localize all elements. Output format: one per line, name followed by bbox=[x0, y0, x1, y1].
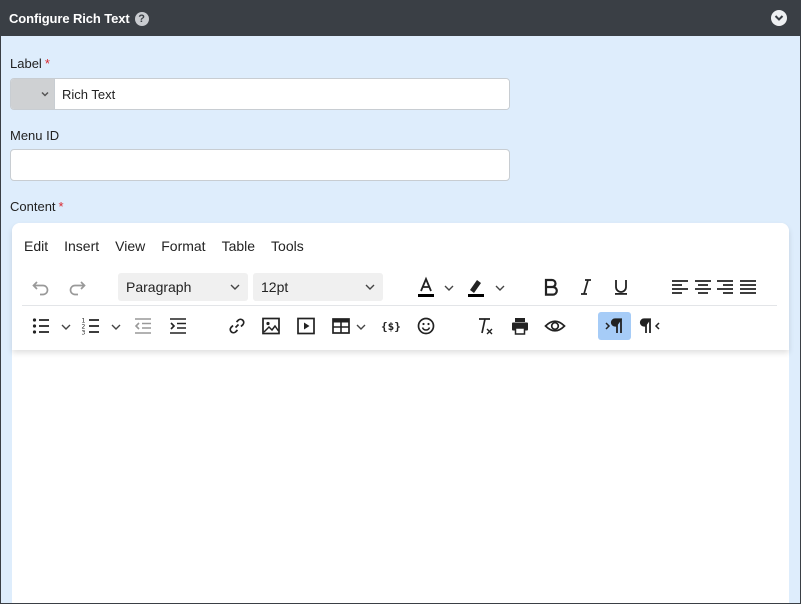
numbered-list-button[interactable]: 123 bbox=[76, 312, 106, 340]
emoji-icon bbox=[417, 317, 435, 335]
ltr-direction-button[interactable] bbox=[598, 312, 631, 340]
undo-button[interactable] bbox=[26, 273, 56, 301]
svg-text:{$}: {$} bbox=[381, 320, 401, 333]
chevron-down-icon bbox=[365, 284, 375, 290]
chevron-down-icon bbox=[111, 324, 121, 330]
table-dropdown[interactable] bbox=[353, 320, 369, 334]
image-icon bbox=[262, 317, 280, 335]
indent-icon bbox=[170, 318, 186, 334]
panel-header: Configure Rich Text ? bbox=[1, 1, 800, 36]
language-select[interactable] bbox=[11, 79, 55, 109]
required-marker: * bbox=[58, 199, 64, 214]
outdent-icon bbox=[134, 318, 151, 334]
underline-icon bbox=[615, 280, 627, 295]
menu-id-field-label: Menu ID bbox=[10, 128, 59, 143]
align-right-icon bbox=[717, 280, 733, 294]
menu-table[interactable]: Table bbox=[222, 238, 255, 254]
rtl-direction-icon bbox=[639, 318, 660, 333]
eye-icon bbox=[544, 320, 566, 332]
table-button[interactable] bbox=[326, 312, 356, 340]
bullet-list-dropdown[interactable] bbox=[58, 320, 74, 334]
template-variable-button[interactable]: {$} bbox=[376, 312, 406, 340]
redo-icon bbox=[69, 281, 86, 296]
link-icon bbox=[229, 318, 245, 334]
panel-title: Configure Rich Text bbox=[9, 11, 130, 26]
align-left-icon bbox=[672, 280, 688, 294]
image-button[interactable] bbox=[256, 312, 286, 340]
content-text: Content bbox=[10, 199, 56, 214]
clear-formatting-icon bbox=[479, 318, 493, 335]
outdent-button[interactable] bbox=[128, 312, 158, 340]
rtl-direction-button[interactable] bbox=[635, 312, 665, 340]
numbered-list-icon: 123 bbox=[82, 318, 99, 337]
undo-icon bbox=[32, 281, 49, 296]
editor-header: Edit Insert View Format Table Tools Para… bbox=[12, 223, 789, 350]
content-field-label: Content * bbox=[10, 199, 64, 214]
configure-rich-text-panel: Configure Rich Text ? Label* Menu ID Con… bbox=[0, 0, 801, 604]
bold-button[interactable] bbox=[536, 273, 566, 301]
editor-menubar: Edit Insert View Format Table Tools bbox=[24, 238, 320, 254]
chevron-down-icon bbox=[356, 324, 366, 330]
menu-tools[interactable]: Tools bbox=[271, 238, 304, 254]
label-field-label: Label * bbox=[10, 56, 50, 71]
label-input-group bbox=[10, 78, 510, 110]
chevron-down-icon bbox=[444, 285, 454, 291]
italic-icon bbox=[581, 279, 591, 295]
required-marker: * bbox=[44, 56, 50, 71]
chevron-down-icon[interactable] bbox=[771, 10, 787, 26]
clear-formatting-button[interactable] bbox=[470, 312, 500, 340]
font-size-value: 12pt bbox=[261, 279, 289, 295]
highlight-color-button[interactable] bbox=[461, 273, 491, 301]
menu-id-input[interactable] bbox=[10, 149, 510, 181]
highlight-icon bbox=[468, 280, 484, 297]
preview-button[interactable] bbox=[540, 312, 570, 340]
bold-icon bbox=[544, 278, 558, 296]
numbered-list-dropdown[interactable] bbox=[108, 320, 124, 334]
chevron-down-icon bbox=[61, 324, 71, 330]
ltr-direction-icon bbox=[604, 318, 622, 333]
toolbar-divider bbox=[22, 305, 777, 306]
template-variable-icon: {$} bbox=[381, 320, 401, 333]
text-color-dropdown[interactable] bbox=[441, 281, 457, 295]
chevron-down-icon bbox=[230, 284, 240, 290]
menu-edit[interactable]: Edit bbox=[24, 238, 48, 254]
align-justify-button[interactable] bbox=[733, 273, 763, 301]
link-button[interactable] bbox=[222, 312, 252, 340]
media-icon bbox=[297, 317, 315, 335]
bullet-list-icon bbox=[32, 318, 49, 334]
highlight-color-dropdown[interactable] bbox=[492, 281, 508, 295]
table-icon bbox=[332, 318, 350, 334]
menu-view[interactable]: View bbox=[115, 238, 145, 254]
align-justify-icon bbox=[740, 280, 756, 294]
emoji-button[interactable] bbox=[411, 312, 441, 340]
indent-button[interactable] bbox=[163, 312, 193, 340]
print-button[interactable] bbox=[505, 312, 535, 340]
menu-id-text: Menu ID bbox=[10, 128, 60, 143]
italic-button[interactable] bbox=[571, 273, 601, 301]
print-icon bbox=[512, 318, 528, 335]
editor-content-area[interactable] bbox=[12, 350, 789, 603]
help-icon[interactable]: ? bbox=[134, 11, 149, 26]
block-format-dropdown[interactable]: Paragraph bbox=[118, 273, 248, 301]
chevron-down-icon bbox=[41, 91, 49, 97]
font-size-dropdown[interactable]: 12pt bbox=[253, 273, 383, 301]
redo-button[interactable] bbox=[62, 273, 92, 301]
menu-insert[interactable]: Insert bbox=[64, 238, 99, 254]
block-format-value: Paragraph bbox=[126, 279, 192, 295]
rich-text-editor: Edit Insert View Format Table Tools Para… bbox=[12, 223, 789, 603]
text-color-button[interactable] bbox=[411, 273, 441, 301]
chevron-down-icon bbox=[495, 285, 505, 291]
svg-text:3: 3 bbox=[82, 330, 86, 337]
bullet-list-button[interactable] bbox=[26, 312, 56, 340]
media-button[interactable] bbox=[291, 312, 321, 340]
label-text: Label bbox=[10, 56, 42, 71]
underline-button[interactable] bbox=[606, 273, 636, 301]
menu-format[interactable]: Format bbox=[161, 238, 205, 254]
label-input[interactable] bbox=[55, 79, 509, 109]
text-color-icon bbox=[418, 276, 434, 297]
